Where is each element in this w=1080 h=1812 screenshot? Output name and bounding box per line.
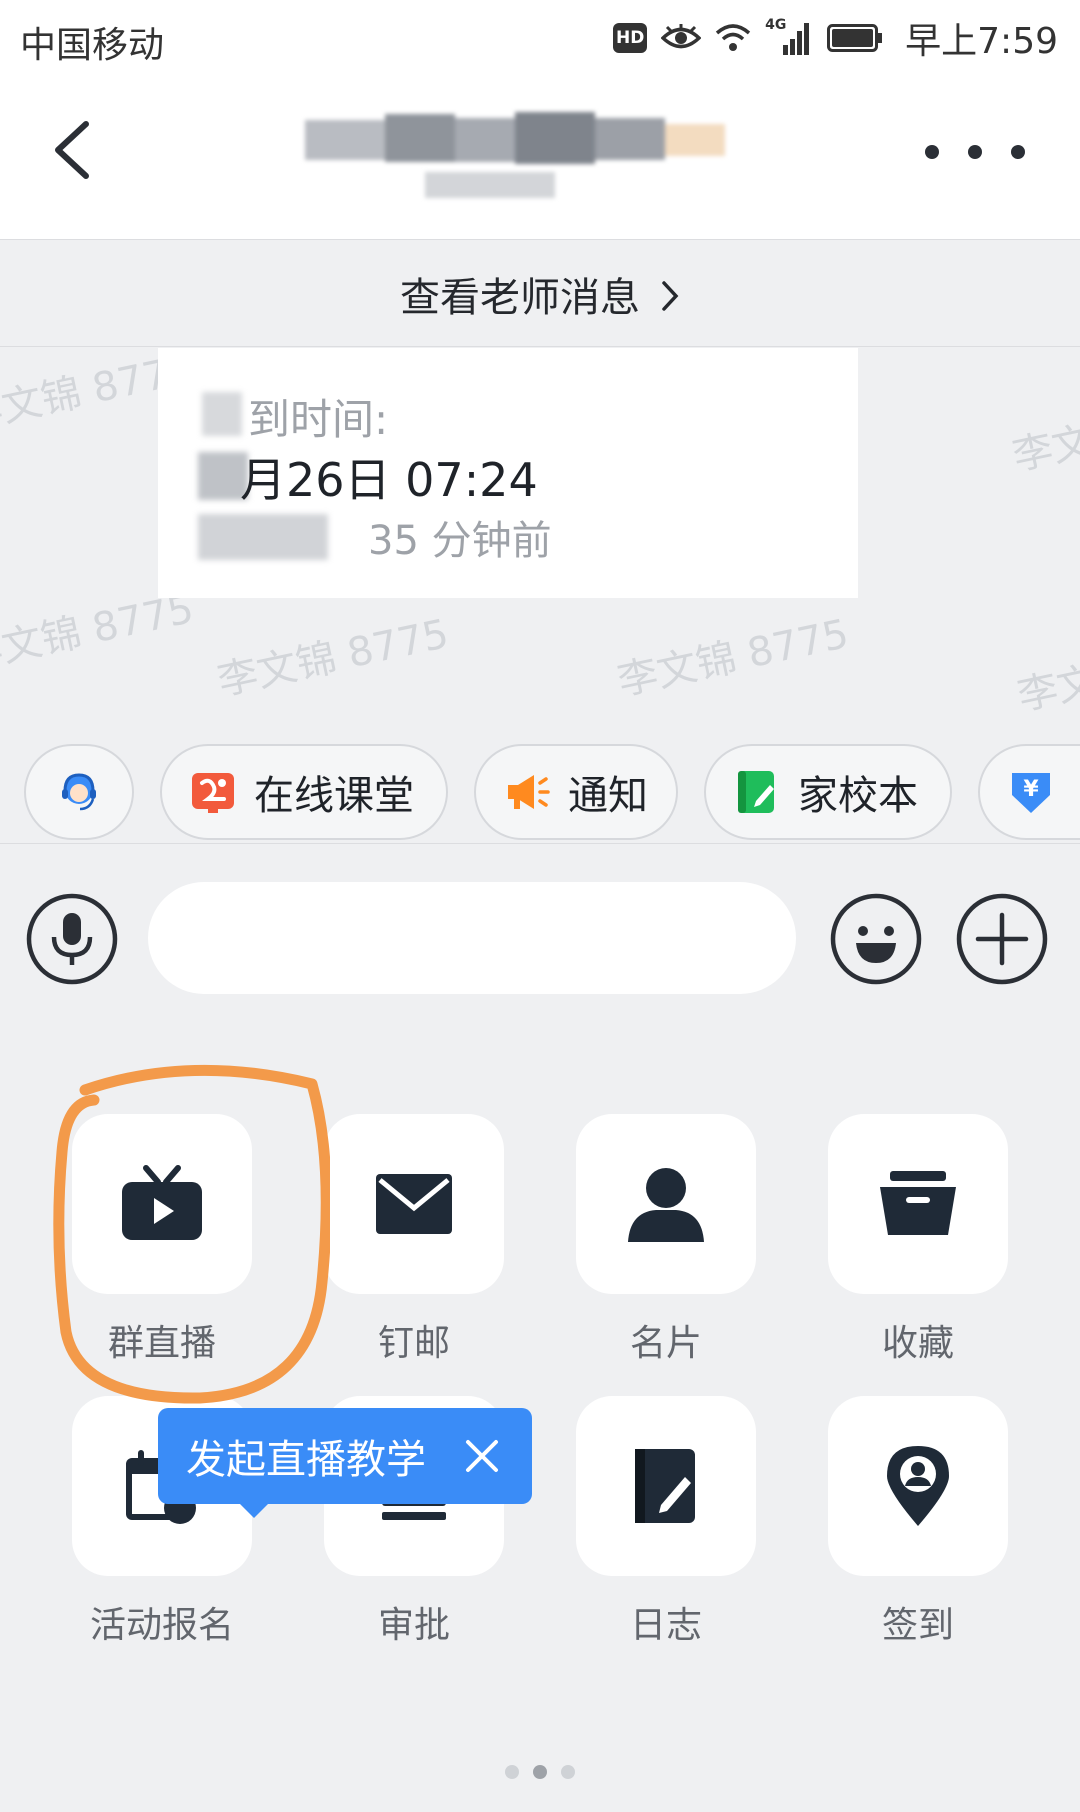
watermark: 李文锦 8775: [1008, 386, 1080, 480]
tooltip-text: 发起直播教学: [186, 1437, 426, 1483]
redacted-text: [202, 392, 242, 436]
chip-home-school-book[interactable]: 家校本: [704, 744, 952, 840]
tool-label: 名片: [629, 1323, 702, 1364]
clock: 早上7:59: [905, 21, 1058, 62]
mail-icon: [376, 1174, 452, 1234]
chip-label: 在线课堂: [254, 773, 414, 819]
more-dot: [1011, 145, 1025, 159]
customer-service-icon: [62, 773, 96, 811]
redacted-text: [198, 514, 328, 560]
svg-text:¥: ¥: [1023, 777, 1039, 802]
tool-label: 活动报名: [89, 1605, 234, 1646]
view-teacher-messages[interactable]: 查看老师消息: [0, 241, 1080, 347]
tool-label: 审批: [377, 1605, 450, 1646]
page-indicator: [0, 1765, 1080, 1779]
status-bar: 中国移动 HD 4G 早上7:59: [0, 0, 1080, 80]
tooltip-arrow: [240, 1504, 268, 1518]
message-input[interactable]: [148, 882, 796, 994]
tool-journal[interactable]: 日志: [576, 1396, 756, 1648]
eye-icon: [661, 24, 702, 49]
emoji-icon: [830, 893, 922, 985]
page-dot[interactable]: [561, 1765, 575, 1779]
highlight-circle-annotation: [53, 1064, 330, 1404]
checkin-datetime: 月26日 07:24: [240, 453, 538, 507]
watermark: 李文锦 8775: [1013, 626, 1080, 720]
plus-icon: [956, 893, 1048, 985]
online-class-icon: [192, 773, 234, 813]
voice-input-button[interactable]: [26, 893, 118, 985]
quick-action-bar: 在线课堂 通知 家校本 ¥: [0, 744, 1080, 844]
more-button[interactable]: [925, 130, 1025, 174]
chip-online-class[interactable]: 在线课堂: [160, 744, 448, 840]
nav-bar: [0, 80, 1080, 240]
journal-icon: [635, 1449, 695, 1523]
carrier-name: 中国移动: [20, 25, 165, 66]
notebook-icon: [738, 771, 774, 813]
watermark: 李文锦 8775: [613, 611, 853, 705]
view-teacher-messages-label: 查看老师消息: [400, 274, 640, 321]
tool-business-card[interactable]: 名片: [576, 1114, 756, 1366]
start-live-teaching-tooltip[interactable]: 发起直播教学: [158, 1408, 532, 1518]
chip-label: 家校本: [798, 773, 918, 819]
more-dot: [968, 145, 982, 159]
back-arrow-icon: [55, 121, 89, 179]
more-actions-button[interactable]: [956, 893, 1048, 985]
checkin-time-label: 到时间:: [248, 395, 389, 444]
close-icon[interactable]: [462, 1436, 502, 1476]
checkin-relative-time: 35 分钟前: [368, 518, 552, 564]
person-icon: [628, 1168, 704, 1242]
status-icons: HD 4G 早上7:59: [613, 12, 1058, 64]
emoji-button[interactable]: [830, 893, 922, 985]
more-dot: [925, 145, 939, 159]
chevron-right-icon: [662, 280, 679, 311]
chip-notice[interactable]: 通知: [474, 744, 678, 840]
tool-label: 日志: [629, 1605, 702, 1646]
tool-tile: [324, 1114, 504, 1294]
back-button[interactable]: [46, 110, 106, 190]
group-title-redacted: [305, 100, 765, 210]
chip-customer-service[interactable]: [24, 744, 134, 840]
wifi-icon: [716, 24, 751, 51]
checkin-message-card[interactable]: 到时间: 月26日 07:24 35 分钟前: [158, 348, 858, 598]
tool-check-in[interactable]: 签到: [828, 1396, 1008, 1648]
watermark: 李文锦 8775: [213, 611, 453, 705]
tool-ding-mail[interactable]: 钉邮: [324, 1114, 504, 1366]
payment-icon: ¥: [1012, 773, 1050, 813]
page-dot[interactable]: [505, 1765, 519, 1779]
tool-label: 签到: [881, 1605, 954, 1646]
tool-label: 钉邮: [377, 1323, 450, 1364]
battery-icon: [827, 24, 883, 52]
location-pin-icon: [887, 1446, 949, 1526]
hd-icon: HD: [613, 23, 648, 53]
page-dot-active[interactable]: [533, 1765, 547, 1779]
tool-tile: [828, 1114, 1008, 1294]
tool-label: 收藏: [881, 1323, 954, 1364]
tool-tile: [828, 1396, 1008, 1576]
tool-favorites[interactable]: 收藏: [828, 1114, 1008, 1366]
microphone-icon: [26, 893, 118, 985]
archive-box-icon: [880, 1171, 956, 1235]
tool-tile: [576, 1396, 756, 1576]
chip-payment[interactable]: ¥: [978, 744, 1080, 840]
chip-label: 通知: [568, 773, 648, 819]
tool-tile: [576, 1114, 756, 1294]
megaphone-icon: [508, 775, 550, 809]
signal-icon: 4G: [765, 17, 813, 55]
